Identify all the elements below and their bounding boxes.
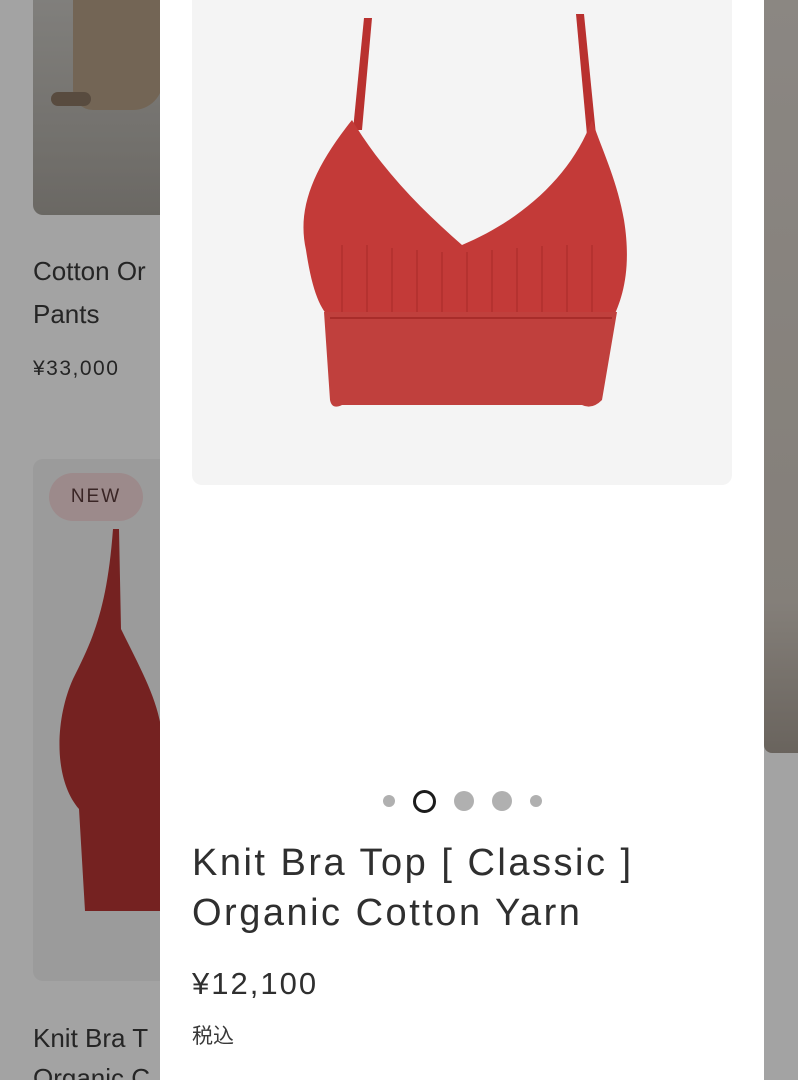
carousel-dot-4[interactable] <box>491 791 512 811</box>
product-photo[interactable] <box>192 0 732 485</box>
product-price: ¥12,100 <box>192 966 319 1001</box>
carousel-dot-1[interactable] <box>382 795 395 807</box>
tax-included-note: 税込 <box>192 1025 234 1048</box>
product-title: Knit Bra Top [ Classic ] Organic Cotton … <box>192 838 752 938</box>
product-title-line1: Knit Bra Top [ Classic ] <box>192 842 634 884</box>
product-quickview-panel: Knit Bra Top [ Classic ] Organic Cotton … <box>160 0 764 1080</box>
product-title-line2: Organic Cotton Yarn <box>192 892 583 934</box>
carousel-dot-5[interactable] <box>529 795 542 807</box>
carousel-dots <box>160 788 764 814</box>
red-knit-bra-top-icon <box>303 14 627 407</box>
carousel-dot-2-active[interactable] <box>412 789 436 813</box>
carousel-dot-3[interactable] <box>453 791 474 811</box>
